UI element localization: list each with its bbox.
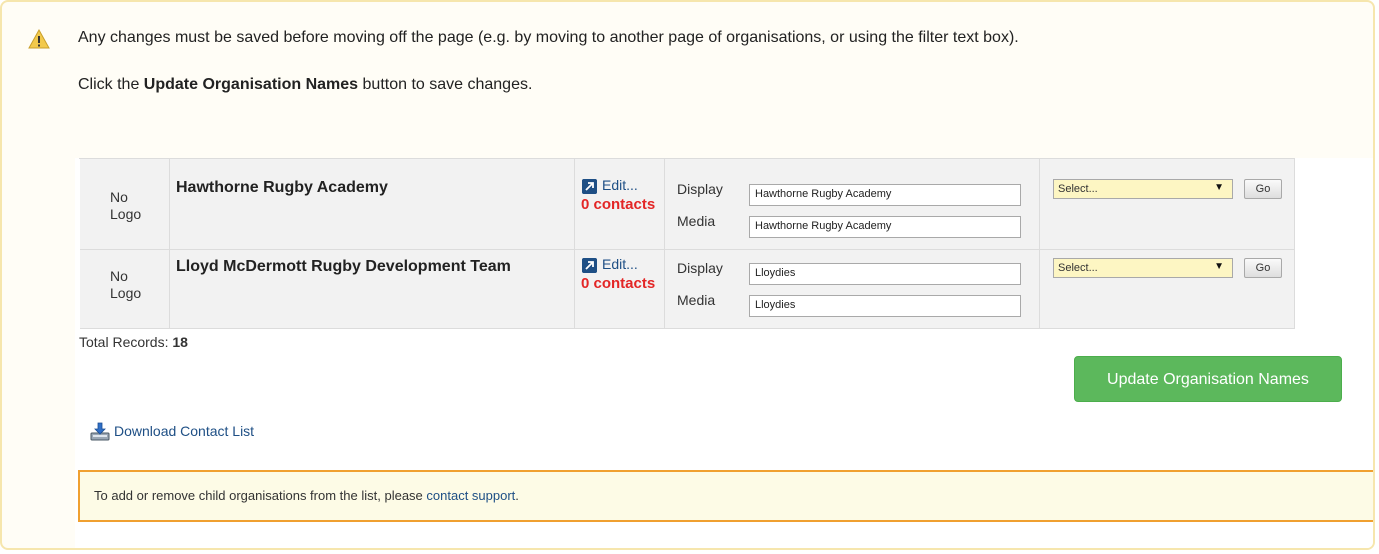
table-cell — [80, 159, 170, 171]
total-records-label: Total Records: — [79, 334, 173, 350]
save-instruction: Click the Update Organisation Names butt… — [78, 76, 532, 94]
table-cell — [665, 159, 1040, 171]
edit-cell: Edit... 0 contacts — [575, 171, 665, 249]
go-button[interactable]: Go — [1244, 258, 1282, 278]
download-icon[interactable] — [90, 422, 110, 442]
total-records: Total Records: 18 — [79, 334, 188, 350]
action-select[interactable]: Select... ▼ — [1053, 258, 1233, 278]
select-value: Select... — [1058, 262, 1098, 274]
select-value: Select... — [1058, 183, 1098, 195]
name-cell: Lloyd McDermott Rugby Development Team — [170, 250, 575, 328]
display-label: Display — [677, 181, 723, 197]
table-cell — [575, 159, 665, 171]
organisations-table: No Logo Hawthorne Rugby Academy Edit... … — [79, 158, 1295, 329]
instruction-button-name: Update Organisation Names — [143, 76, 359, 93]
contacts-count[interactable]: 0 contacts — [581, 275, 655, 292]
table-row: No Logo Hawthorne Rugby Academy Edit... … — [80, 171, 1295, 250]
no-logo-text: No Logo — [110, 268, 142, 301]
action-cell: Select... ▼ Go — [1040, 171, 1295, 249]
media-label: Media — [677, 292, 716, 308]
dropdown-arrow-icon: ▼ — [1214, 261, 1224, 272]
update-organisation-names-button[interactable]: Update Organisation Names — [1074, 356, 1342, 402]
edit-link[interactable]: Edit... — [602, 256, 638, 272]
display-name-input[interactable]: Hawthorne Rugby Academy — [749, 184, 1021, 206]
warning-icon — [28, 29, 50, 49]
organisation-name: Hawthorne Rugby Academy — [176, 179, 388, 196]
contact-support-link[interactable]: contact support — [426, 488, 515, 503]
instruction-suffix: button to save changes. — [358, 76, 533, 93]
edit-link[interactable]: Edit... — [602, 177, 638, 193]
organisation-name: Lloyd McDermott Rugby Development Team — [176, 258, 511, 275]
contacts-count[interactable]: 0 contacts — [581, 196, 655, 213]
dropdown-arrow-icon: ▼ — [1214, 182, 1224, 193]
table-row: No Logo Lloyd McDermott Rugby Developmen… — [80, 250, 1295, 329]
notice-end: . — [515, 488, 519, 503]
notice-text: To add or remove child organisations fro… — [94, 488, 519, 503]
names-cell: Display Lloydies Media Lloydies — [665, 250, 1040, 328]
notice-box: To add or remove child organisations fro… — [78, 470, 1373, 522]
media-name-input[interactable]: Lloydies — [749, 295, 1021, 317]
warning-message: Any changes must be saved before moving … — [78, 29, 1019, 46]
logo-cell: No Logo — [80, 171, 170, 249]
external-link-icon[interactable] — [582, 258, 597, 273]
logo-cell: No Logo — [80, 250, 170, 328]
no-logo-text: No Logo — [110, 189, 142, 222]
warning-panel: Any changes must be saved before moving … — [0, 0, 1375, 550]
external-link-icon[interactable] — [582, 179, 597, 194]
action-select[interactable]: Select... ▼ — [1053, 179, 1233, 199]
total-records-value: 18 — [172, 334, 188, 350]
embedded-screenshot: No Logo Hawthorne Rugby Academy Edit... … — [75, 158, 1373, 548]
instruction-prefix: Click the — [78, 76, 144, 93]
edit-cell: Edit... 0 contacts — [575, 250, 665, 328]
display-name-input[interactable]: Lloydies — [749, 263, 1021, 285]
table-cell — [1040, 159, 1295, 171]
notice-message: To add or remove child organisations fro… — [94, 488, 427, 503]
display-label: Display — [677, 260, 723, 276]
media-label: Media — [677, 213, 716, 229]
table-cell — [170, 159, 575, 171]
names-cell: Display Hawthorne Rugby Academy Media Ha… — [665, 171, 1040, 249]
action-cell: Select... ▼ Go — [1040, 250, 1295, 328]
go-button[interactable]: Go — [1244, 179, 1282, 199]
name-cell: Hawthorne Rugby Academy — [170, 171, 575, 249]
media-name-input[interactable]: Hawthorne Rugby Academy — [749, 216, 1021, 238]
download-contact-list-link[interactable]: Download Contact List — [114, 423, 254, 439]
